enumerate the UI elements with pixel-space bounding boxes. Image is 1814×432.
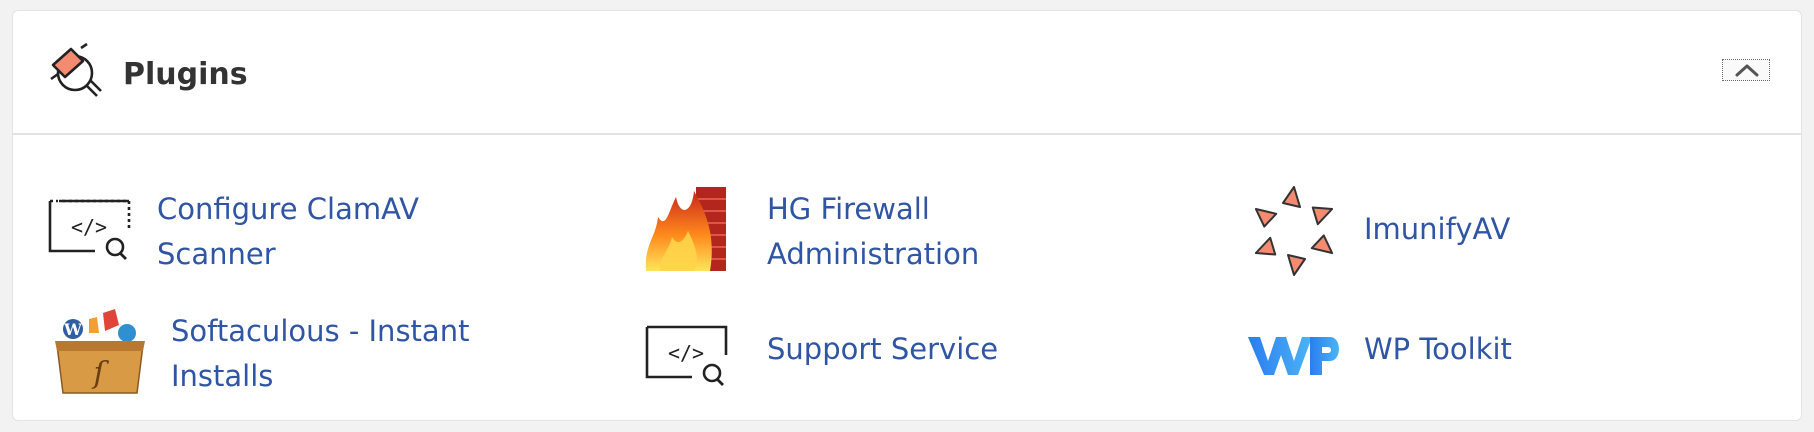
code-search-icon: </> — [47, 187, 139, 279]
chevron-up-icon — [1735, 64, 1759, 77]
panel-title: Plugins — [123, 57, 248, 92]
plugin-plug-icon — [47, 42, 103, 99]
imunify-icon — [1246, 183, 1338, 276]
svg-text:</>: </> — [668, 341, 704, 365]
collapse-button[interactable] — [1722, 59, 1770, 81]
plugin-wp-toolkit[interactable]: WP Toolkit — [1246, 317, 1566, 397]
softaculous-box-icon: W ſ — [53, 307, 145, 399]
plugin-label: Softaculous - Instant Installs — [171, 314, 470, 393]
plugin-configure-clamav[interactable]: </> Configure ClamAV Scanner — [47, 187, 467, 279]
wp-toolkit-icon — [1246, 317, 1339, 409]
plugin-label: HG Firewall Administration — [767, 192, 980, 271]
firewall-icon — [644, 183, 736, 275]
plugin-label: WP Toolkit — [1364, 332, 1512, 366]
plugin-imunifyav[interactable]: ImunifyAV — [1246, 183, 1546, 279]
plugin-label: Configure ClamAV Scanner — [157, 192, 419, 271]
plugin-label: ImunifyAV — [1364, 212, 1511, 246]
plugin-support-service[interactable]: </> Support Service — [644, 317, 1024, 397]
plugins-panel: Plugins </> Configure ClamAV Scanner HG … — [12, 10, 1802, 421]
svg-text:W: W — [63, 320, 83, 339]
plugin-label: Support Service — [767, 332, 999, 366]
code-search-icon: </> — [644, 317, 736, 409]
svg-text:</>: </> — [71, 215, 107, 239]
plugin-softaculous[interactable]: W ſ Softaculous - Instant Installs — [53, 307, 493, 403]
plugin-hg-firewall[interactable]: HG Firewall Administration — [644, 183, 1004, 279]
panel-header: Plugins — [13, 11, 1801, 135]
